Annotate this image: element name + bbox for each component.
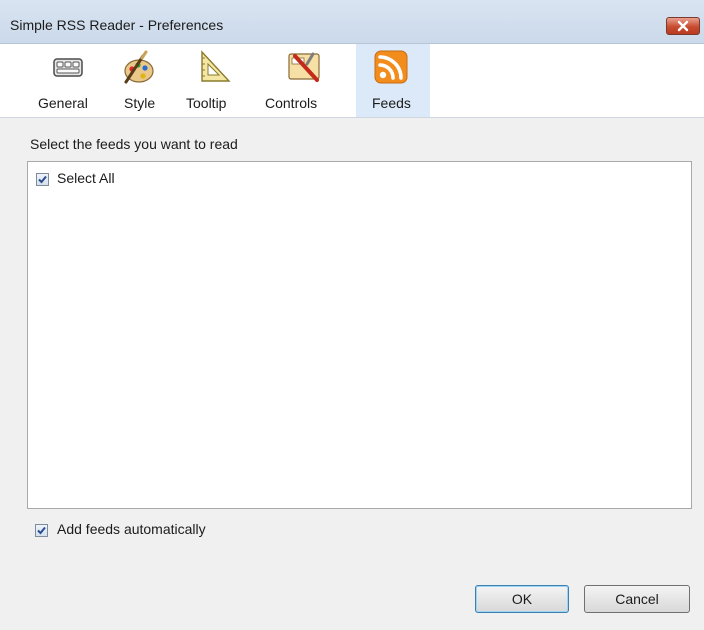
select-all-label[interactable]: Select All [57,170,115,186]
tab-style-label: Style [124,95,156,111]
preferences-dialog: Simple RSS Reader - Preferences General [0,0,704,630]
feeds-list[interactable]: Select All [27,161,692,509]
set-square-icon [201,50,231,82]
tab-feeds-label: Feeds [372,95,411,111]
paint-palette-icon [124,50,154,84]
tab-style[interactable]: Style [106,44,170,117]
close-button[interactable] [666,17,700,35]
tab-tooltip-label: Tooltip [186,95,227,111]
select-all-checkbox[interactable] [36,173,49,186]
controls-tools-icon [288,52,320,82]
rss-feed-icon [374,50,408,84]
tab-controls[interactable]: Controls [256,44,352,117]
tab-general[interactable]: General [30,44,106,117]
title-bar[interactable]: Simple RSS Reader - Preferences [0,0,704,44]
feeds-prompt: Select the feeds you want to read [30,136,238,152]
tab-tooltip[interactable]: Tooltip [170,44,256,117]
ok-button[interactable]: OK [475,585,569,613]
close-icon [677,20,689,32]
checkmark-icon [37,526,46,535]
preferences-toolbar: General Style Tooltip Controls Feeds [0,44,704,118]
cancel-button[interactable]: Cancel [584,585,690,613]
window-title: Simple RSS Reader - Preferences [10,17,224,33]
tab-controls-label: Controls [265,95,318,111]
add-feeds-auto-label[interactable]: Add feeds automatically [57,521,206,537]
add-feeds-auto-checkbox[interactable] [35,524,48,537]
keyboard-icon [53,58,83,77]
tab-general-label: General [38,95,88,111]
checkmark-icon [38,175,47,184]
tab-feeds[interactable]: Feeds [356,44,430,117]
